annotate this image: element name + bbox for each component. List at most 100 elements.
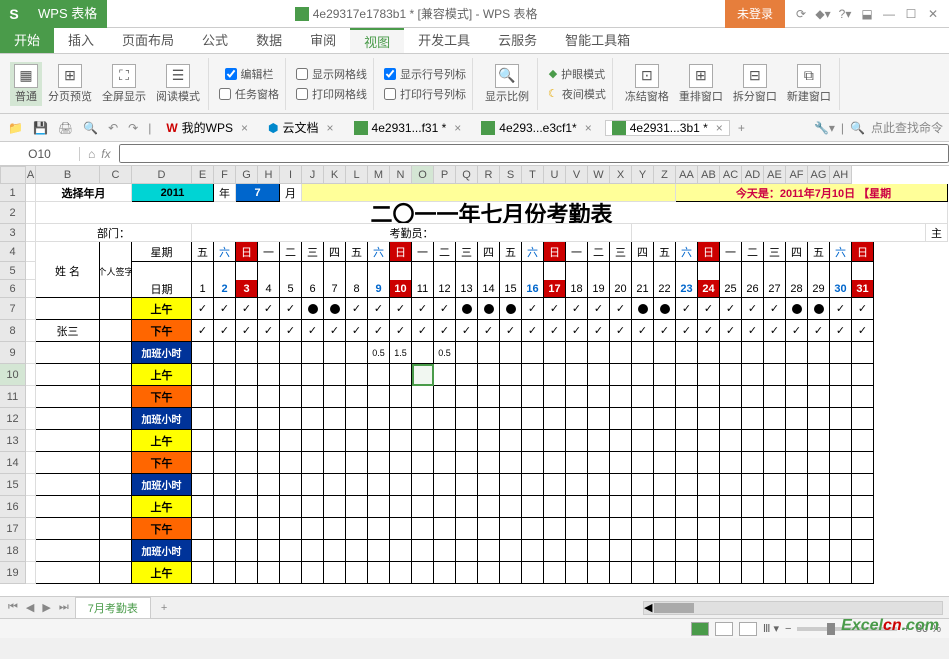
cell[interactable] [26, 184, 36, 202]
weekday-13[interactable]: 三 [456, 242, 478, 262]
emp-name[interactable] [36, 364, 100, 386]
zoom-button[interactable]: 🔍显示比例 [481, 62, 533, 106]
sign-cell[interactable] [100, 364, 132, 386]
mark-cell[interactable] [390, 562, 412, 584]
split-button[interactable]: ⊟拆分窗口 [729, 62, 781, 106]
mark-cell[interactable] [456, 408, 478, 430]
mark-cell[interactable] [632, 342, 654, 364]
sign-cell[interactable] [100, 562, 132, 584]
date-13[interactable]: 13 [456, 280, 478, 298]
mark-cell[interactable] [610, 452, 632, 474]
mark-cell[interactable]: ✓ [588, 298, 610, 320]
mark-cell[interactable] [456, 298, 478, 320]
weekday-8[interactable]: 五 [346, 242, 368, 262]
row-head-15[interactable]: 15 [0, 474, 26, 496]
checker-label[interactable]: 考勤员： [192, 224, 632, 242]
mark-cell[interactable] [214, 430, 236, 452]
weekday-30[interactable]: 六 [830, 242, 852, 262]
mark-cell[interactable] [302, 342, 324, 364]
mark-cell[interactable]: ✓ [412, 320, 434, 342]
date-15[interactable]: 15 [500, 280, 522, 298]
cell[interactable] [36, 280, 100, 298]
date-24[interactable]: 24 [698, 280, 720, 298]
mark-cell[interactable] [830, 342, 852, 364]
mark-cell[interactable] [280, 430, 302, 452]
cell[interactable] [26, 518, 36, 540]
mark-cell[interactable] [544, 496, 566, 518]
row-label[interactable]: 上午 [132, 496, 192, 518]
mark-cell[interactable] [346, 364, 368, 386]
mark-cell[interactable] [698, 408, 720, 430]
month-value[interactable]: 7 [236, 184, 280, 202]
mark-cell[interactable] [742, 474, 764, 496]
mark-cell[interactable] [588, 562, 610, 584]
mark-cell[interactable] [720, 496, 742, 518]
mark-cell[interactable] [544, 408, 566, 430]
mark-cell[interactable] [566, 430, 588, 452]
mark-cell[interactable]: ✓ [830, 298, 852, 320]
tab-dev[interactable]: 开发工具 [404, 28, 484, 53]
tab-start[interactable]: 开始 [0, 28, 54, 53]
search-icon[interactable]: 🔍 [850, 121, 865, 135]
mark-cell[interactable] [346, 430, 368, 452]
mark-cell[interactable]: ✓ [808, 320, 830, 342]
mark-cell[interactable] [236, 452, 258, 474]
date-7[interactable]: 7 [324, 280, 346, 298]
row-head-1[interactable]: 1 [0, 184, 26, 202]
cell[interactable] [566, 262, 588, 280]
cell[interactable] [654, 262, 676, 280]
sign-header[interactable]: 个人签字 [100, 262, 132, 280]
mark-cell[interactable] [236, 408, 258, 430]
cell[interactable] [26, 342, 36, 364]
cell[interactable] [852, 262, 874, 280]
mark-cell[interactable] [654, 518, 676, 540]
mark-cell[interactable] [632, 540, 654, 562]
view-preview-button[interactable]: ⊞分页预览 [44, 62, 96, 106]
mark-cell[interactable] [720, 364, 742, 386]
view-normal-icon[interactable] [691, 622, 709, 636]
col-head-P[interactable]: P [434, 166, 456, 184]
fx-icon[interactable]: fx [101, 147, 110, 161]
mark-cell[interactable] [302, 430, 324, 452]
mark-cell[interactable]: ✓ [346, 298, 368, 320]
mark-cell[interactable] [500, 298, 522, 320]
mark-cell[interactable] [720, 452, 742, 474]
date-12[interactable]: 12 [434, 280, 456, 298]
mark-cell[interactable] [500, 364, 522, 386]
mark-cell[interactable] [346, 342, 368, 364]
mark-cell[interactable] [632, 452, 654, 474]
mark-cell[interactable] [258, 562, 280, 584]
mark-cell[interactable] [192, 386, 214, 408]
cell[interactable] [632, 262, 654, 280]
weekday-23[interactable]: 六 [676, 242, 698, 262]
col-head-I[interactable]: I [280, 166, 302, 184]
mark-cell[interactable] [324, 540, 346, 562]
mark-cell[interactable] [676, 408, 698, 430]
mark-cell[interactable]: ✓ [522, 298, 544, 320]
sign-cell[interactable] [100, 386, 132, 408]
mark-cell[interactable]: ✓ [500, 320, 522, 342]
year-label[interactable]: 年 [214, 184, 236, 202]
mark-cell[interactable] [434, 386, 456, 408]
mark-cell[interactable]: ✓ [610, 298, 632, 320]
mark-cell[interactable] [456, 430, 478, 452]
mark-cell[interactable] [390, 540, 412, 562]
mark-cell[interactable] [324, 364, 346, 386]
row-label[interactable]: 下午 [132, 518, 192, 540]
mark-cell[interactable] [368, 540, 390, 562]
row-head-18[interactable]: 18 [0, 540, 26, 562]
cell[interactable] [26, 320, 36, 342]
row-head-5[interactable]: 5 [0, 262, 26, 280]
date-18[interactable]: 18 [566, 280, 588, 298]
mark-cell[interactable] [544, 540, 566, 562]
col-head-X[interactable]: X [610, 166, 632, 184]
col-head-F[interactable]: F [214, 166, 236, 184]
mark-cell[interactable] [434, 496, 456, 518]
mark-cell[interactable] [522, 342, 544, 364]
mark-cell[interactable] [544, 430, 566, 452]
mark-cell[interactable] [302, 474, 324, 496]
mark-cell[interactable] [764, 496, 786, 518]
mark-cell[interactable] [192, 364, 214, 386]
mark-cell[interactable] [390, 518, 412, 540]
cell[interactable] [26, 298, 36, 320]
